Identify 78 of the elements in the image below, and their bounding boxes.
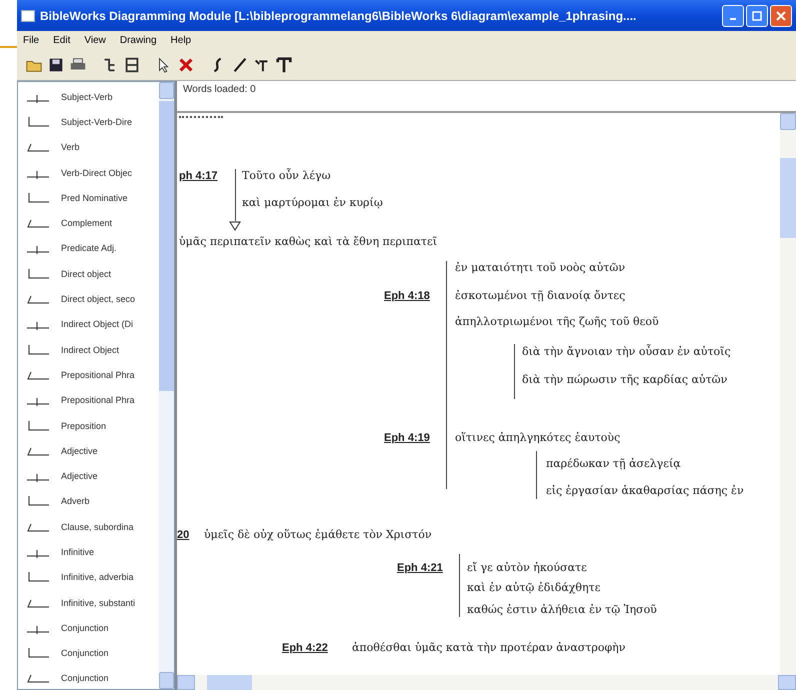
greek-phrase: ἐν ματαιότητι τοῦ νοὸς αὐτῶν: [455, 261, 626, 275]
greek-phrase: διὰ τὴν ἄγνοιαν τὴν οὖσαν ἐν αὐτοῖς: [522, 345, 731, 359]
verse-reference-link[interactable]: ph 4:17: [179, 169, 218, 183]
sidebar-item[interactable]: Infinitive, substanti: [61, 598, 136, 608]
greek-phrase: ἀπηλλοτριωμένοι τῆς ζωῆς τοῦ θεοῦ: [455, 315, 659, 329]
sidebar-item[interactable]: Preposition: [61, 420, 106, 430]
vertical-scrollbar[interactable]: [159, 82, 174, 689]
sidebar-item[interactable]: Subject-Verb-Dire: [61, 116, 132, 127]
diagram-line: [459, 554, 460, 617]
text-icon[interactable]: [275, 56, 293, 74]
sidebar-item[interactable]: Complement: [61, 218, 112, 228]
minimize-button[interactable]: [722, 4, 744, 26]
arrowhead-icon: [229, 221, 241, 231]
greek-phrase: παρέδωκαν τῇ ἀσελγείᾳ: [546, 457, 681, 471]
verse-reference-link[interactable]: Eph 4:22: [282, 641, 328, 655]
verse-reference-link[interactable]: Eph 4:21: [397, 561, 443, 575]
greek-phrase: εἴ γε αὐτὸν ἠκούσατε: [467, 561, 587, 575]
layout-icon[interactable]: [123, 56, 141, 74]
greek-phrase: διὰ τὴν πώρωσιν τῆς καρδίας αὐτῶν: [522, 373, 728, 387]
menu-item[interactable]: Help: [170, 35, 192, 46]
vertical-scrollbar[interactable]: [780, 113, 796, 675]
scrollbar-thumb[interactable]: [159, 101, 174, 391]
scrollbar-thumb[interactable]: [207, 675, 252, 690]
save-icon[interactable]: [47, 56, 65, 74]
sidebar-item[interactable]: Adjective: [61, 471, 98, 482]
sidebar-item[interactable]: Pred Nominative: [61, 192, 128, 203]
sidebar-item[interactable]: Direct object, seco: [61, 294, 136, 304]
sidebar-item[interactable]: Conjunction: [61, 648, 109, 658]
sidebar-item[interactable]: Verb: [61, 142, 80, 152]
greek-phrase: ὑμεῖς δὲ οὐχ οὕτως ἐμάθετε τὸν Χριστόν: [204, 528, 432, 542]
greek-phrase: καὶ μαρτύρομαι ἐν κυρίῳ: [242, 196, 383, 210]
window-title: BibleWorks Diagramming Module [L:\bibleprogrammelang6\BibleWorks 6\diagram\example_1phrasing....: [40, 8, 638, 22]
sidebar-item[interactable]: Subject-Verb: [61, 92, 113, 102]
maximize-icon: [752, 10, 762, 20]
greek-phrase: ἐσκοτωμένοι τῇ διανοίᾳ ὄντες: [455, 289, 626, 303]
greek-phrase: καὶ ἐν αὐτῷ ἐδιδάχθητε: [467, 581, 600, 595]
menu-item[interactable]: File: [23, 35, 40, 46]
sidebar-item[interactable]: Adverb: [61, 496, 90, 506]
sidebar-item[interactable]: Verb-Direct Objec: [61, 168, 132, 178]
sidebar-item[interactable]: Conjunction: [61, 622, 109, 633]
scrollbar-thumb[interactable]: [780, 158, 796, 238]
maximize-button[interactable]: [746, 4, 768, 26]
diagram-line: [536, 451, 537, 499]
sidebar-item[interactable]: Indirect Object (Di: [61, 319, 134, 330]
close-button[interactable]: [770, 4, 792, 26]
verse-reference-link[interactable]: 20: [177, 528, 190, 542]
window-icon: [21, 10, 35, 22]
diagram-line: [514, 344, 515, 399]
sidebar-item[interactable]: Prepositional Phra: [61, 370, 135, 380]
diagram-line: [235, 169, 236, 221]
greek-phrase: Τοῦτο οὖν λέγω: [242, 169, 331, 183]
sidebar-item[interactable]: Direct object: [61, 268, 112, 279]
verse-reference-link[interactable]: Eph 4:18: [384, 289, 430, 303]
sidebar-item[interactable]: Prepositional Phra: [61, 395, 135, 406]
close-icon: [776, 10, 786, 20]
greek-phrase: καθώς ἐστιν ἀλήθεια ἐν τῷ Ἰησοῦ: [467, 603, 657, 617]
delete-icon[interactable]: [177, 56, 195, 74]
status-field: Words loaded: 0: [177, 81, 796, 113]
sidebar-item[interactable]: Infinitive: [61, 546, 94, 557]
sidebar-item[interactable]: Predicate Adj.: [61, 243, 117, 254]
menu-item[interactable]: Drawing: [120, 35, 157, 46]
greek-phrase: εἰς ἐργασίαν ἀκαθαρσίας πάσης ἐν: [546, 484, 744, 498]
sidebar-item[interactable]: Indirect Object: [61, 344, 120, 355]
sidebar-item[interactable]: Conjunction: [61, 673, 109, 684]
horizontal-scrollbar[interactable]: [177, 675, 796, 690]
greek-phrase: ὑμᾶς περιπατεῖν καθὼς καὶ τὰ ἔθνη περιπατεῖ: [179, 235, 438, 249]
sidebar-item[interactable]: Clause, subordina: [61, 522, 134, 532]
dash-mark: [179, 116, 223, 118]
sidebar-item[interactable]: Adjective: [61, 446, 98, 456]
sidebar-item[interactable]: Infinitive, adverbia: [61, 572, 134, 582]
minimize-icon: [730, 18, 736, 20]
line-icon[interactable]: [231, 56, 249, 74]
verse-reference-link[interactable]: Eph 4:19: [384, 431, 430, 445]
menu-item[interactable]: Edit: [53, 35, 70, 46]
greek-phrase: οἵτινες ἀπηλγηκότες ἑαυτοὺς: [455, 431, 620, 445]
accent-line: [0, 46, 17, 48]
greek-phrase: ἀποθέσθαι ὑμᾶς κατὰ τὴν προτέραν ἀναστροφὴν: [352, 641, 626, 655]
menu-item[interactable]: View: [84, 35, 106, 46]
